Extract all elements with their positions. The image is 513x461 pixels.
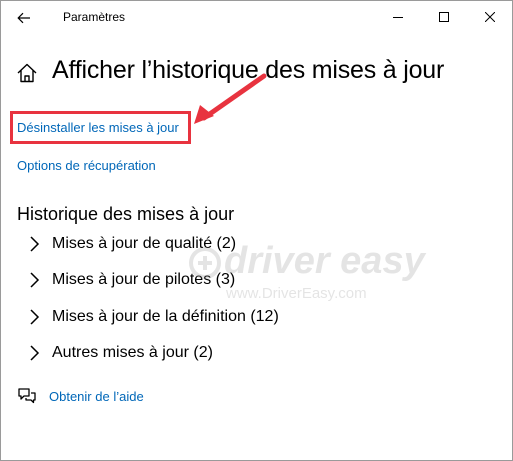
close-button[interactable] — [467, 1, 513, 33]
history-item-definition[interactable]: Mises à jour de la définition (12) — [26, 305, 279, 329]
history-item-other[interactable]: Autres mises à jour (2) — [26, 341, 213, 365]
title-bar: Paramètres — [1, 1, 512, 33]
back-button[interactable] — [9, 5, 39, 31]
history-item-label: Autres mises à jour (2) — [52, 344, 213, 361]
minimize-button[interactable] — [375, 1, 421, 33]
close-icon — [485, 12, 495, 22]
get-help-link[interactable]: Obtenir de l’aide — [49, 389, 144, 404]
recovery-options-link[interactable]: Options de récupération — [17, 158, 156, 173]
history-item-drivers[interactable]: Mises à jour de pilotes (3) — [26, 268, 235, 292]
history-item-label: Mises à jour de la définition (12) — [52, 308, 279, 325]
minimize-icon — [393, 17, 403, 18]
back-arrow-icon — [17, 12, 30, 24]
chevron-right-icon — [30, 236, 40, 252]
chat-help-icon — [18, 388, 36, 404]
annotation-arrow-icon — [194, 73, 267, 124]
maximize-button[interactable] — [421, 1, 467, 33]
highlight-box — [10, 111, 191, 144]
chevron-right-icon — [30, 345, 40, 361]
app-title: Paramètres — [63, 10, 126, 24]
help-row[interactable]: Obtenir de l’aide — [17, 386, 144, 406]
history-item-label: Mises à jour de pilotes (3) — [52, 271, 236, 288]
history-item-quality[interactable]: Mises à jour de qualité (2) — [26, 232, 236, 256]
chevron-right-icon — [30, 309, 40, 325]
maximize-icon — [439, 12, 449, 22]
history-section-title: Historique des mises à jour — [17, 204, 235, 224]
home-icon[interactable] — [16, 62, 38, 84]
history-item-label: Mises à jour de qualité (2) — [52, 235, 237, 252]
chevron-right-icon — [30, 272, 40, 288]
